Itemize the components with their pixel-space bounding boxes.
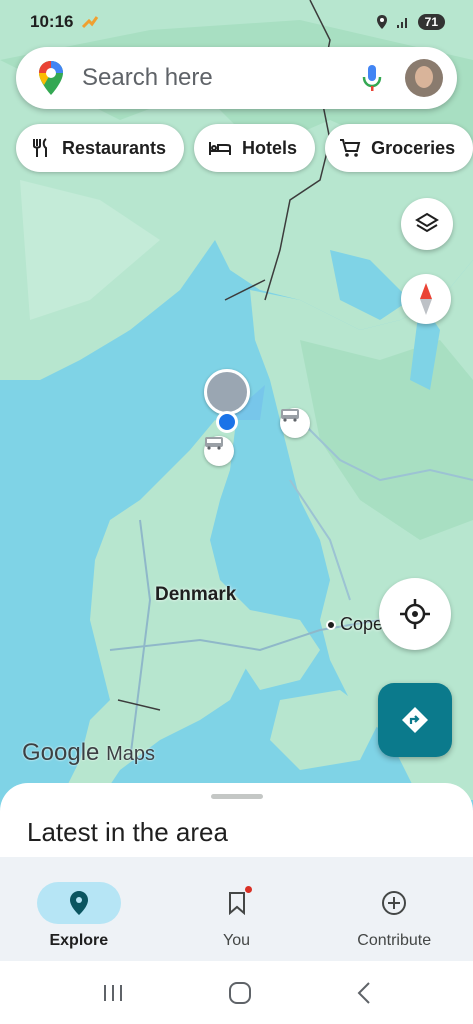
bus-stop-marker[interactable] <box>280 408 310 438</box>
location-status-icon <box>376 15 387 29</box>
directions-button[interactable] <box>378 683 452 757</box>
fork-knife-icon <box>33 138 47 157</box>
nav-explore[interactable]: Explore <box>0 857 158 961</box>
cart-icon <box>340 139 361 157</box>
bus-icon <box>205 437 223 450</box>
city-dot-icon <box>326 619 336 630</box>
bottom-navigation: Explore You Contribute <box>0 857 473 961</box>
search-bar[interactable]: Search here <box>16 47 457 109</box>
bus-icon <box>281 409 299 422</box>
bookmark-icon <box>228 892 245 915</box>
back-icon[interactable] <box>356 981 372 1005</box>
my-location-button[interactable] <box>379 578 451 650</box>
user-photo-marker[interactable] <box>204 369 250 415</box>
search-input[interactable]: Search here <box>82 64 361 92</box>
explore-pin-icon <box>69 891 88 915</box>
add-circle-icon <box>382 891 407 915</box>
status-bar: 10:16 71 <box>0 0 473 44</box>
signal-icon <box>396 18 407 28</box>
city-label[interactable]: Cope <box>326 614 383 635</box>
layers-button[interactable] <box>401 198 453 250</box>
watermark-google: Google <box>22 739 100 766</box>
current-location-dot <box>216 411 238 433</box>
bus-stop-marker[interactable] <box>204 436 234 466</box>
compass-button[interactable] <box>401 274 451 324</box>
chip-hotels[interactable]: Hotels <box>194 124 316 172</box>
my-location-icon <box>400 599 430 629</box>
battery-indicator: 71 <box>417 14 445 30</box>
notification-dot <box>244 886 252 893</box>
microphone-icon[interactable] <box>361 63 383 93</box>
bottom-sheet[interactable]: Latest in the area <box>0 783 473 863</box>
nav-label: Contribute <box>357 932 432 949</box>
nav-label: Explore <box>49 932 109 949</box>
city-label-text: Cope <box>340 614 384 634</box>
nav-label: You <box>223 932 250 949</box>
directions-icon <box>402 707 428 733</box>
notification-icon <box>82 16 99 29</box>
sheet-title: Latest in the area <box>27 817 228 847</box>
nav-icon-container <box>36 882 121 924</box>
nav-icon-container <box>195 882 279 924</box>
country-label[interactable]: Denmark <box>155 584 236 606</box>
nav-contribute[interactable]: Contribute <box>315 857 473 961</box>
avatar[interactable] <box>405 59 443 97</box>
nav-you[interactable]: You <box>158 857 316 961</box>
recent-apps-icon[interactable] <box>101 982 125 1004</box>
nav-icon-container <box>352 882 436 924</box>
chip-label: Hotels <box>242 137 298 158</box>
system-navigation-bar <box>0 961 473 1024</box>
bed-icon <box>209 142 232 155</box>
sheet-drag-handle[interactable] <box>211 794 263 799</box>
home-icon[interactable] <box>227 980 253 1006</box>
map-view[interactable]: Denmark Cope Google Maps <box>0 0 473 800</box>
chip-restaurants[interactable]: Restaurants <box>16 124 185 172</box>
google-maps-pin-icon <box>39 61 63 95</box>
layers-icon <box>415 212 439 233</box>
status-time: 10:16 <box>30 12 74 31</box>
chip-groceries[interactable]: Groceries <box>325 124 473 172</box>
compass-icon <box>420 283 432 315</box>
chip-label: Groceries <box>371 137 456 158</box>
chip-label: Restaurants <box>62 137 167 158</box>
watermark-maps: Maps <box>106 743 155 765</box>
google-maps-watermark: Google Maps <box>22 739 155 767</box>
category-chips: Restaurants Hotels Groceries <box>16 124 473 172</box>
